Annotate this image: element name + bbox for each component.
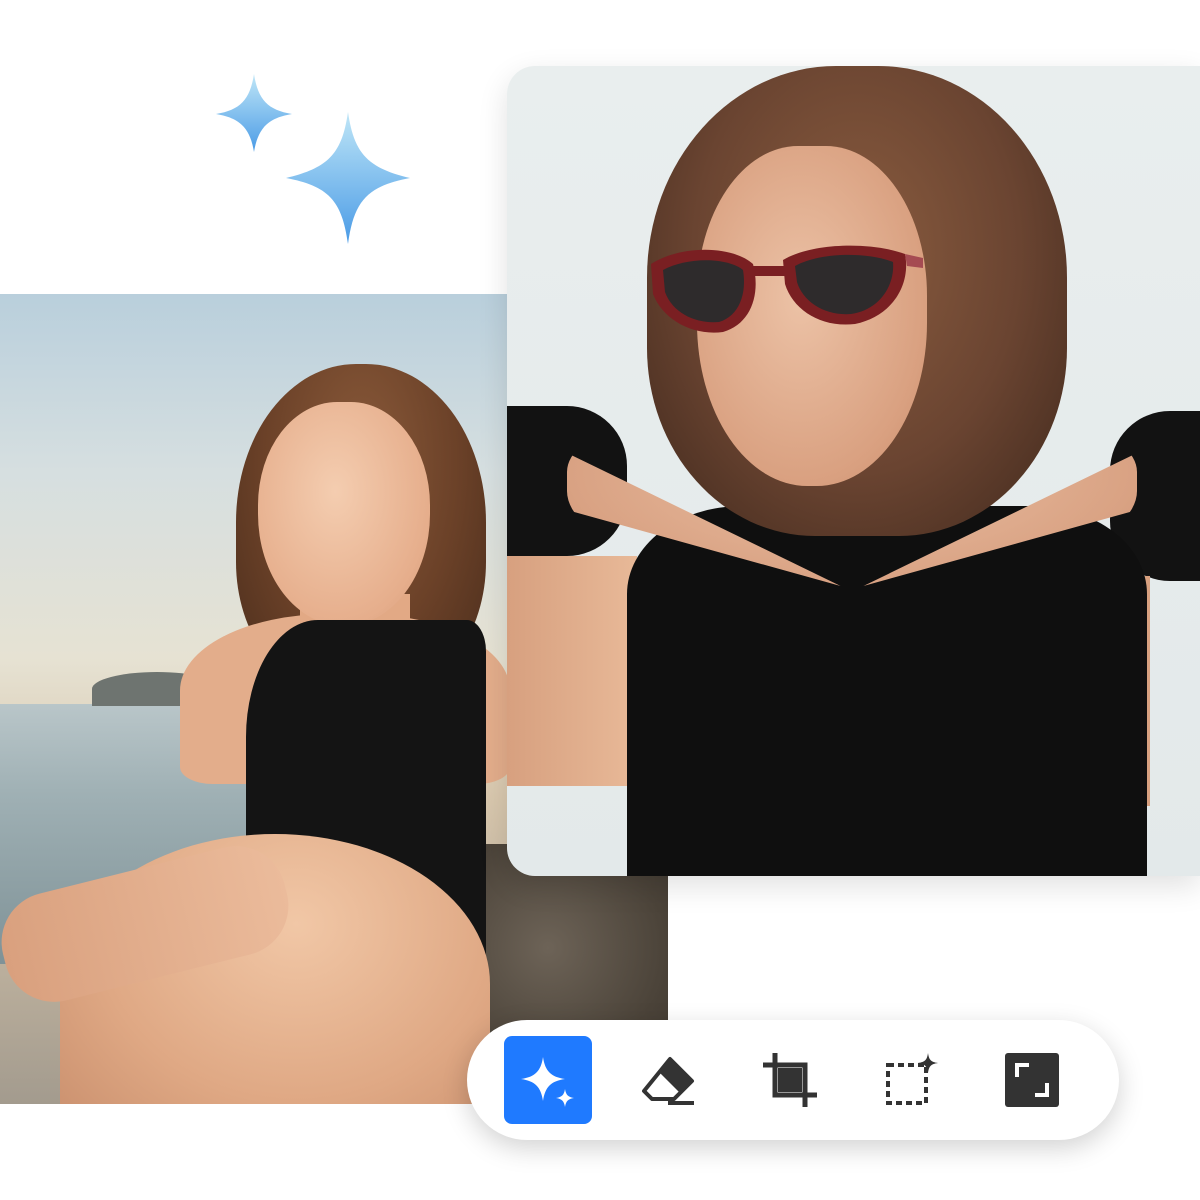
- crop-button[interactable]: [746, 1036, 834, 1124]
- select-sparkle-icon: [886, 1053, 938, 1105]
- eraser-icon: [642, 1057, 694, 1105]
- sunglasses-icon: [651, 245, 923, 333]
- subject-face: [258, 402, 430, 626]
- eraser-button[interactable]: [625, 1036, 713, 1124]
- sparkle-decoration-icon: [216, 74, 410, 244]
- ai-select-button[interactable]: [867, 1036, 955, 1124]
- sparkle-icon: [521, 1057, 574, 1107]
- ai-enhance-button[interactable]: [504, 1036, 592, 1124]
- expand-button[interactable]: [988, 1036, 1076, 1124]
- crop-icon: [763, 1053, 817, 1107]
- subject-top: [627, 506, 1147, 876]
- arm-left: [507, 556, 637, 786]
- expand-icon: [1005, 1053, 1059, 1107]
- edit-toolbar: [467, 1020, 1119, 1140]
- right-photo-card: [507, 66, 1200, 876]
